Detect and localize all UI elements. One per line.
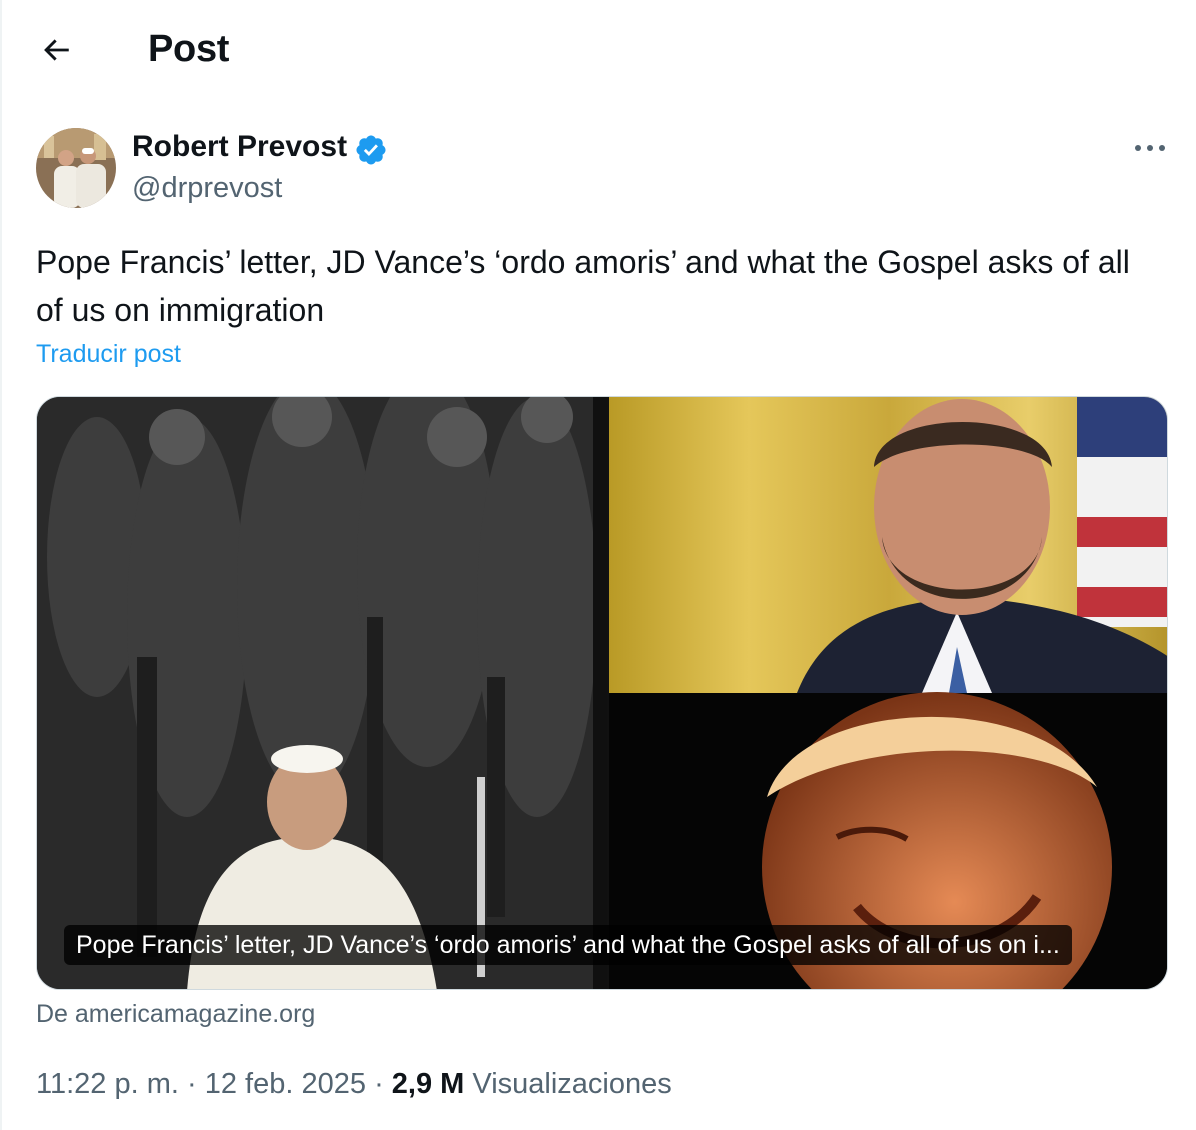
- translate-link[interactable]: Traducir post: [36, 340, 181, 369]
- more-options-button[interactable]: [1128, 130, 1172, 166]
- author-name[interactable]: Robert Prevost: [132, 130, 347, 164]
- post-date[interactable]: 12 feb. 2025: [205, 1068, 366, 1100]
- arrow-left-icon: [44, 39, 69, 61]
- back-button[interactable]: [36, 30, 76, 70]
- author-handle[interactable]: @drprevost: [132, 172, 282, 205]
- post-meta: 11:22 p. m. · 12 feb. 2025 · 2,9 M Visua…: [36, 1068, 672, 1101]
- meta-separator: ·: [187, 1068, 197, 1100]
- link-source[interactable]: De americamagazine.org: [36, 1000, 315, 1029]
- views-label: Visualizaciones: [472, 1068, 672, 1100]
- avatar[interactable]: [36, 128, 116, 208]
- post-time[interactable]: 11:22 p. m.: [36, 1068, 179, 1100]
- page-title: Post: [148, 28, 230, 70]
- post-page: Post Robert Prevost @drprevost Pope Fran…: [0, 0, 1196, 1130]
- post-text: Pope Francis’ letter, JD Vance’s ‘ordo a…: [36, 244, 1130, 328]
- meta-separator: ·: [374, 1068, 384, 1100]
- link-card-image[interactable]: [36, 396, 1168, 990]
- views-count: 2,9 M: [391, 1068, 465, 1100]
- more-horizontal-icon: [1135, 145, 1165, 151]
- verified-badge-icon: [356, 135, 386, 165]
- link-card-title: Pope Francis’ letter, JD Vance’s ‘ordo a…: [64, 925, 1072, 965]
- page-header: Post: [2, 0, 1196, 100]
